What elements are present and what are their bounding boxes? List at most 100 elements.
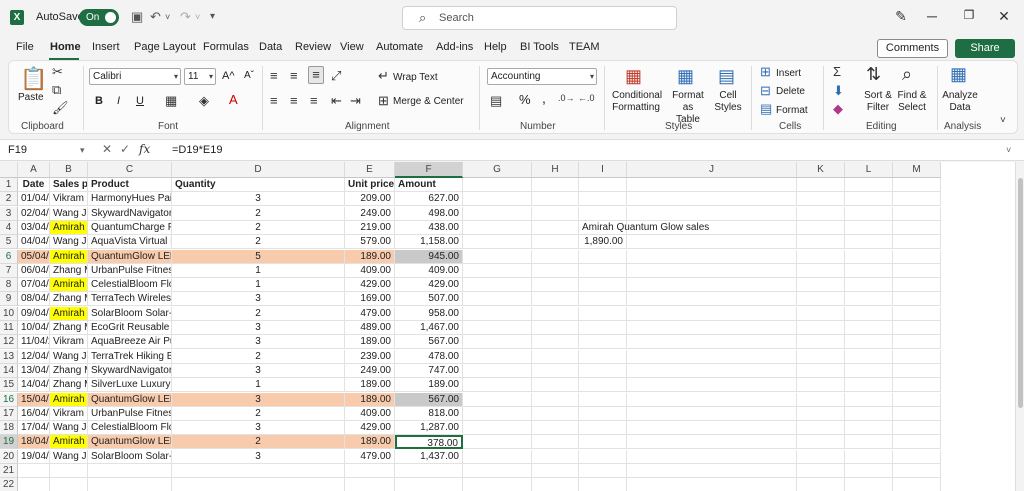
cell[interactable] <box>172 478 345 491</box>
minimize-icon[interactable]: ─ <box>922 8 942 24</box>
row-header[interactable]: 15 <box>0 378 18 393</box>
cell[interactable] <box>579 392 627 407</box>
cell[interactable]: UrbanPulse Fitness Tracker <box>88 263 172 278</box>
cell[interactable] <box>893 335 941 350</box>
cell[interactable]: 3 <box>172 449 345 464</box>
cell[interactable] <box>845 278 893 293</box>
cell[interactable]: 1,437.00 <box>395 449 463 464</box>
cell[interactable]: TerraTech Wireless Earbuds <box>88 292 172 307</box>
row-header[interactable]: 13 <box>0 349 18 364</box>
cell[interactable] <box>579 192 627 207</box>
cell[interactable] <box>627 235 797 250</box>
cell[interactable]: 09/04/2020 <box>18 306 50 321</box>
comments-button[interactable]: Comments <box>877 39 948 58</box>
menu-tab-file[interactable]: File <box>16 41 34 53</box>
cell[interactable] <box>532 421 579 436</box>
cell[interactable] <box>797 278 845 293</box>
row-header[interactable]: 4 <box>0 220 18 235</box>
row-header[interactable]: 11 <box>0 321 18 335</box>
cell[interactable]: 2 <box>172 220 345 235</box>
cell[interactable] <box>532 478 579 491</box>
cancel-icon[interactable]: ✕ <box>102 142 112 156</box>
conditional-formatting-icon[interactable]: ▦ <box>625 66 642 87</box>
column-header[interactable]: K <box>797 162 845 178</box>
cell[interactable] <box>18 478 50 491</box>
cell[interactable] <box>463 449 532 464</box>
cell[interactable] <box>845 406 893 421</box>
collapse-ribbon-icon[interactable]: ˅ <box>1000 115 1006 126</box>
cell[interactable]: 17/04/2020 <box>18 421 50 436</box>
cell[interactable] <box>579 435 627 450</box>
clear-icon[interactable]: ◆ <box>833 101 843 117</box>
row-header[interactable]: 19 <box>0 435 18 450</box>
cell[interactable] <box>50 478 88 491</box>
redo-icon[interactable]: ↷ <box>180 9 191 25</box>
cell[interactable] <box>845 206 893 221</box>
cell[interactable] <box>463 249 532 264</box>
cell[interactable]: SilverLuxe Luxury Watch <box>88 378 172 393</box>
cell[interactable] <box>797 464 845 478</box>
row-header[interactable]: 18 <box>0 421 18 436</box>
cell[interactable]: 507.00 <box>395 292 463 307</box>
cell[interactable]: 3 <box>172 192 345 207</box>
row-header[interactable]: 8 <box>0 278 18 293</box>
cell[interactable] <box>463 392 532 407</box>
menu-tab-review[interactable]: Review <box>295 41 331 53</box>
cell[interactable] <box>627 321 797 335</box>
cell[interactable] <box>893 321 941 335</box>
chevron-down-icon[interactable]: ˅ <box>165 12 170 22</box>
align-top-icon[interactable]: ≡ <box>270 68 278 83</box>
format-painter-icon[interactable]: 🖌 <box>52 100 69 116</box>
borders-icon[interactable]: ▦ <box>165 93 177 109</box>
align-center-icon[interactable]: ≡ <box>290 93 298 108</box>
search-box[interactable]: ⌕ Search <box>402 6 677 30</box>
cell[interactable]: 07/04/2020 <box>18 278 50 293</box>
cell[interactable]: Amirah Abdullah <box>50 435 88 450</box>
cell[interactable] <box>845 220 893 235</box>
fill-icon[interactable]: ⬇ <box>833 83 844 99</box>
cell[interactable]: 479.00 <box>345 449 395 464</box>
cell[interactable] <box>797 392 845 407</box>
cell[interactable] <box>463 349 532 364</box>
cell[interactable]: 05/04/2020 <box>18 249 50 264</box>
format-button[interactable]: Format <box>776 105 808 117</box>
merge-center-button[interactable]: Merge & Center <box>393 96 464 108</box>
cell[interactable]: 409.00 <box>345 406 395 421</box>
cell[interactable] <box>627 378 797 393</box>
autosave-toggle[interactable]: On <box>79 9 119 26</box>
insert-cells-icon[interactable]: ⊞ <box>760 64 771 80</box>
cell[interactable]: 12/04/2020 <box>18 349 50 364</box>
menu-tab-home[interactable]: Home <box>50 41 81 53</box>
cell[interactable]: 14/04/2020 <box>18 378 50 393</box>
cell[interactable] <box>893 278 941 293</box>
cell[interactable]: 06/04/2020 <box>18 263 50 278</box>
find-select-icon[interactable]: ⌕ <box>902 64 912 85</box>
cell[interactable]: 16/04/2020 <box>18 406 50 421</box>
cell[interactable]: 209.00 <box>345 192 395 207</box>
row-header[interactable]: 5 <box>0 235 18 250</box>
cell[interactable] <box>579 378 627 393</box>
column-header[interactable]: H <box>532 162 579 178</box>
cell[interactable] <box>579 278 627 293</box>
cell[interactable]: Amount <box>395 178 463 192</box>
cell[interactable] <box>627 449 797 464</box>
cell[interactable] <box>532 464 579 478</box>
cell[interactable]: Unit price <box>345 178 395 192</box>
conditional-formatting-button[interactable]: Conditional Formatting <box>612 90 662 114</box>
cell[interactable] <box>893 206 941 221</box>
align-left-icon[interactable]: ≡ <box>270 93 278 108</box>
cell[interactable]: Amirah Abdullah <box>50 278 88 293</box>
font-size-combo[interactable]: 11 ▾ <box>184 68 216 85</box>
font-color-icon[interactable]: A <box>229 92 238 107</box>
cell[interactable] <box>893 349 941 364</box>
cell[interactable]: 2 <box>172 406 345 421</box>
cell[interactable] <box>579 421 627 436</box>
cell[interactable]: 02/04/2020 <box>18 206 50 221</box>
format-as-table-icon[interactable]: ▦ <box>677 66 694 87</box>
cell[interactable] <box>845 378 893 393</box>
cell[interactable]: 10/04/2020 <box>18 321 50 335</box>
cell[interactable] <box>797 220 845 235</box>
cell[interactable] <box>463 178 532 192</box>
cell[interactable] <box>627 464 797 478</box>
delete-cells-icon[interactable]: ⊟ <box>760 83 771 99</box>
